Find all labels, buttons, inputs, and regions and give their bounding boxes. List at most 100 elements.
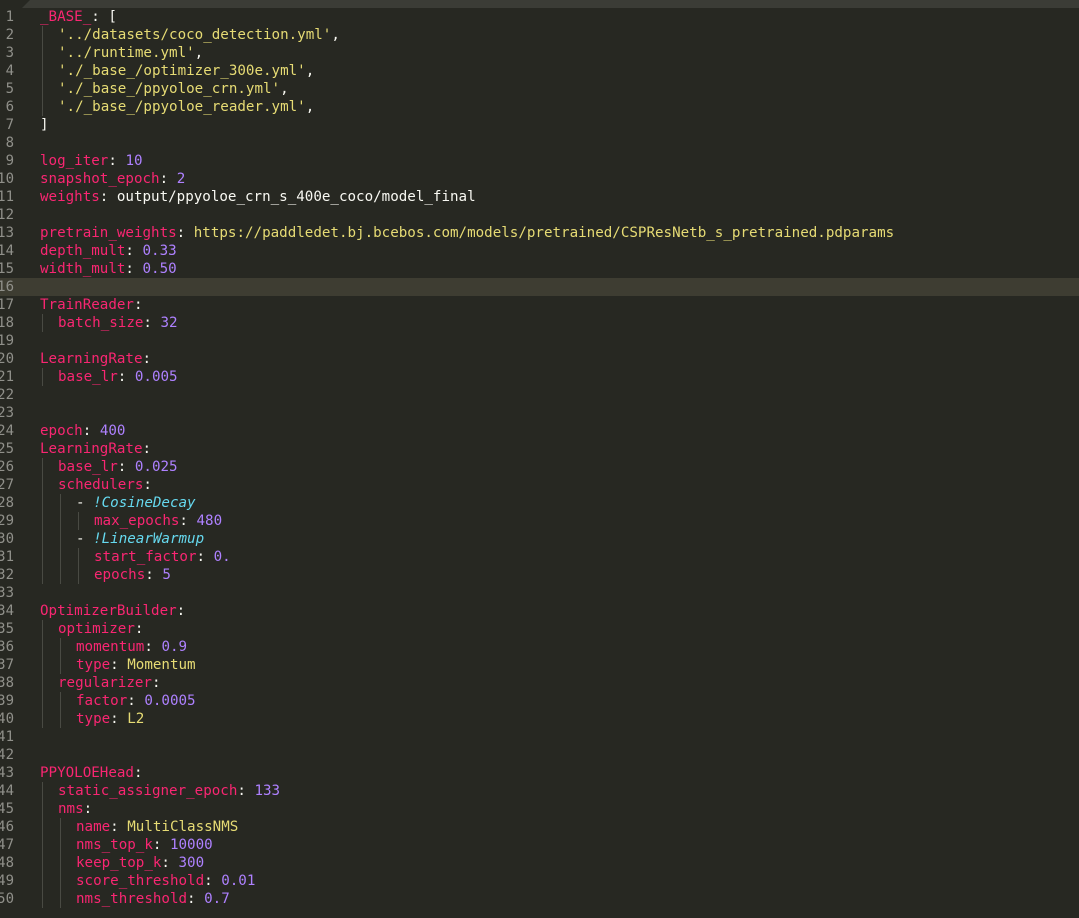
code-editor[interactable]: 1 _BASE_: [2 '../datasets/coco_detection.y… <box>0 0 1079 918</box>
line-number-text: 1 <box>5 9 14 25</box>
code-line[interactable]: 22 <box>0 386 1079 404</box>
line-content: PPYOLOEHead: <box>40 764 143 782</box>
indent-guide <box>42 512 43 530</box>
line-number-text: 18 <box>0 315 14 331</box>
code-line[interactable]: 45 nms: <box>0 800 1079 818</box>
code-line[interactable]: 33 <box>0 584 1079 602</box>
code-token: name <box>76 819 111 835</box>
indent-guide <box>78 566 79 584</box>
line-content: depth_mult: 0.33 <box>40 242 177 260</box>
line-number: 12 <box>0 206 14 224</box>
code-token: regularizer <box>58 675 152 691</box>
line-number-text: 48 <box>0 855 14 871</box>
code-line[interactable]: 5 './_base_/ppyoloe_crn.yml', <box>0 80 1079 98</box>
indent-guide <box>60 566 61 584</box>
line-content: optimizer: <box>58 620 143 638</box>
line-number-text: 15 <box>0 261 14 277</box>
code-token: pretrain_weights <box>40 225 177 241</box>
line-content: nms_threshold: 0.7 <box>76 890 230 908</box>
line-number-text: 49 <box>0 873 14 889</box>
code-line[interactable]: 2 '../datasets/coco_detection.yml', <box>0 26 1079 44</box>
code-line[interactable]: 50 nms_threshold: 0.7 <box>0 890 1079 908</box>
code-line[interactable]: 26 base_lr: 0.025 <box>0 458 1079 476</box>
code-token: : <box>82 423 100 439</box>
indent-guide <box>60 494 61 512</box>
indent-guide <box>42 494 43 512</box>
code-line[interactable]: 12 <box>0 206 1079 224</box>
indent-guide <box>42 458 43 476</box>
code-line[interactable]: 27 schedulers: <box>0 476 1079 494</box>
indent-guide <box>42 368 43 386</box>
code-line[interactable]: 41 <box>0 728 1079 746</box>
code-area[interactable]: 1 _BASE_: [2 '../datasets/coco_detection.y… <box>0 8 1079 918</box>
code-line[interactable]: 37 type: Momentum <box>0 656 1079 674</box>
code-line[interactable]: 34 OptimizerBuilder: <box>0 602 1079 620</box>
code-token: : <box>152 837 170 853</box>
code-token: : <box>142 441 152 457</box>
code-line[interactable]: 23 <box>0 404 1079 422</box>
indent-guide <box>42 98 43 116</box>
code-line[interactable]: 35 optimizer: <box>0 620 1079 638</box>
code-line[interactable]: 9 log_iter: 10 <box>0 152 1079 170</box>
line-number: 8 <box>0 134 14 152</box>
code-line[interactable]: 20 LearningRate: <box>0 350 1079 368</box>
line-number-text: 16 <box>0 279 14 295</box>
code-line[interactable]: 25 LearningRate: <box>0 440 1079 458</box>
code-line[interactable]: 6 './_base_/ppyoloe_reader.yml', <box>0 98 1079 116</box>
code-line[interactable]: 3 '../runtime.yml', <box>0 44 1079 62</box>
code-line[interactable]: 13 pretrain_weights: https://paddledet.bj… <box>0 224 1079 242</box>
code-line[interactable]: 38 regularizer: <box>0 674 1079 692</box>
code-line[interactable]: 1 _BASE_: [ <box>0 8 1079 26</box>
code-token: : <box>83 801 93 817</box>
code-line[interactable]: 21 base_lr: 0.005 <box>0 368 1079 386</box>
code-line[interactable]: 11 weights: output/ppyoloe_crn_s_400e_coc… <box>0 188 1079 206</box>
code-line[interactable]: 42 <box>0 746 1079 764</box>
code-line[interactable]: 32 epochs: 5 <box>0 566 1079 584</box>
line-content: momentum: 0.9 <box>76 638 187 656</box>
code-line[interactable]: 49 score_threshold: 0.01 <box>0 872 1079 890</box>
code-line[interactable]: 30 - !LinearWarmup <box>0 530 1079 548</box>
code-line[interactable]: 43 PPYOLOEHead: <box>0 764 1079 782</box>
code-line[interactable]: 46 name: MultiClassNMS <box>0 818 1079 836</box>
code-line[interactable]: 36 momentum: 0.9 <box>0 638 1079 656</box>
code-line[interactable]: 40 type: L2 <box>0 710 1079 728</box>
code-line[interactable]: 19 <box>0 332 1079 350</box>
code-line[interactable]: 14 depth_mult: 0.33 <box>0 242 1079 260</box>
indent-guide <box>60 656 61 674</box>
code-line[interactable]: 15 width_mult: 0.50 <box>0 260 1079 278</box>
line-number-text: 37 <box>0 657 14 673</box>
code-line[interactable]: 8 <box>0 134 1079 152</box>
line-number-text: 2 <box>5 27 14 43</box>
code-line[interactable]: 10 snapshot_epoch: 2 <box>0 170 1079 188</box>
line-content: - !LinearWarmup <box>76 530 204 548</box>
line-content: epochs: 5 <box>94 566 171 584</box>
code-line[interactable]: 24 epoch: 400 <box>0 422 1079 440</box>
indent-guide <box>42 854 43 872</box>
code-token: log_iter <box>40 153 109 169</box>
line-number: 46 <box>0 818 14 836</box>
code-line[interactable]: 28 - !CosineDecay <box>0 494 1079 512</box>
code-line[interactable]: 18 batch_size: 32 <box>0 314 1079 332</box>
code-token: 0. <box>213 549 231 565</box>
code-line[interactable]: 44 static_assigner_epoch: 133 <box>0 782 1079 800</box>
line-number-text: 43 <box>0 765 14 781</box>
line-number: 38 <box>0 674 14 692</box>
line-number: 21 <box>0 368 14 386</box>
code-line[interactable]: 31 start_factor: 0. <box>0 548 1079 566</box>
code-line[interactable]: 39 factor: 0.0005 <box>0 692 1079 710</box>
code-line[interactable]: 29 max_epochs: 480 <box>0 512 1079 530</box>
code-line[interactable]: 47 nms_top_k: 10000 <box>0 836 1079 854</box>
line-number-text: 33 <box>0 585 14 601</box>
tab-strip[interactable] <box>22 0 1079 8</box>
code-line[interactable]: 7] <box>0 116 1079 134</box>
line-number-text: 46 <box>0 819 14 835</box>
line-content: static_assigner_epoch: 133 <box>58 782 280 800</box>
code-line[interactable]: 17 TrainReader: <box>0 296 1079 314</box>
line-number-text: 50 <box>0 891 14 907</box>
indent-guide <box>42 782 43 800</box>
code-token: : <box>110 819 128 835</box>
code-line[interactable]: 48 keep_top_k: 300 <box>0 854 1079 872</box>
code-line[interactable]: 16 <box>0 278 1079 296</box>
line-number: 15 <box>0 260 14 278</box>
code-line[interactable]: 4 './_base_/optimizer_300e.yml', <box>0 62 1079 80</box>
